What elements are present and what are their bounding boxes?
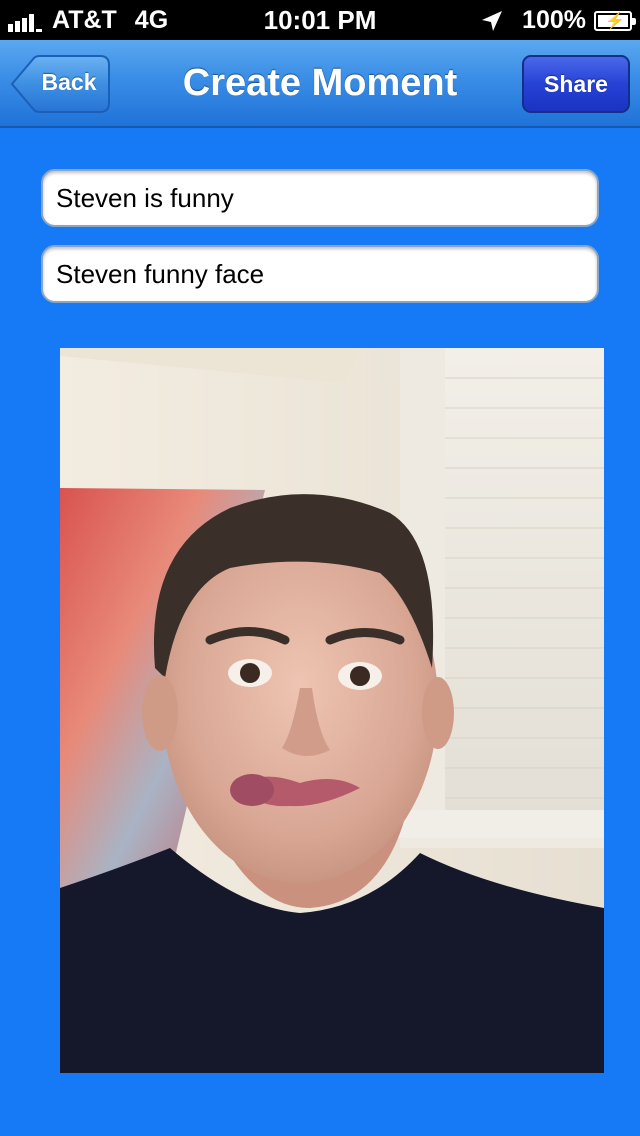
status-bar: AT&T 4G 10:01 PM 100% ⚡ — [0, 0, 640, 40]
moment-description-field[interactable]: Steven funny face — [41, 245, 599, 303]
location-arrow-icon — [482, 10, 503, 31]
status-right: 100% ⚡ — [480, 6, 636, 35]
navigation-bar: Back Create Moment Share — [0, 40, 640, 128]
share-button[interactable]: Share — [522, 55, 630, 113]
battery-charging-icon: ⚡ — [594, 10, 636, 31]
moment-title-field[interactable]: Steven is funny — [41, 169, 599, 227]
battery-percent: 100% — [522, 6, 586, 34]
selfie-photo — [60, 348, 604, 1073]
